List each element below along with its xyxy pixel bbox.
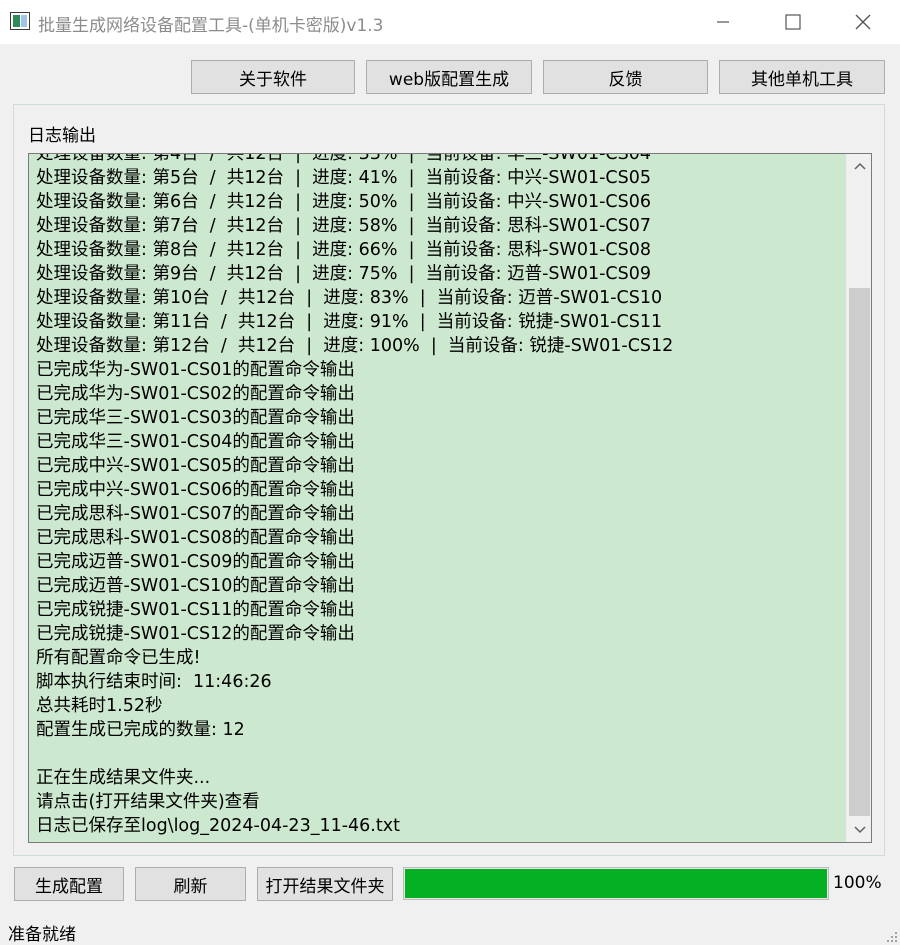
log-output-group: 日志输出 处理设备数量: 第4台 / 共12台 | 进度: 33% | 当前设备… [13, 104, 885, 856]
maximize-button[interactable] [758, 0, 828, 44]
open-result-folder-button[interactable]: 打开结果文件夹 [257, 867, 393, 901]
log-line: 处理设备数量: 第8台 / 共12台 | 进度: 66% | 当前设备: 思科-… [36, 240, 652, 260]
scroll-thumb[interactable] [849, 288, 870, 816]
chevron-up-icon [853, 162, 866, 170]
status-text: 准备就绪 [8, 925, 76, 945]
log-line: 已完成中兴-SW01-CS06的配置命令输出 [36, 480, 355, 500]
log-line: 正在生成结果文件夹... [36, 768, 211, 788]
log-line: 已完成中兴-SW01-CS05的配置命令输出 [36, 456, 355, 476]
app-icon [10, 12, 30, 30]
progress-bar [403, 867, 829, 900]
log-line: 已完成思科-SW01-CS08的配置命令输出 [36, 528, 355, 548]
log-line: 请点击(打开结果文件夹)查看 [36, 792, 260, 812]
log-line: 处理设备数量: 第10台 / 共12台 | 进度: 83% | 当前设备: 迈普… [36, 288, 663, 308]
log-line: 已完成思科-SW01-CS07的配置命令输出 [36, 504, 355, 524]
log-line: 已完成华三-SW01-CS03的配置命令输出 [36, 408, 355, 428]
window-title: 批量生成网络设备配置工具-(单机卡密版)v1.3 [38, 16, 384, 36]
log-text-area[interactable]: 处理设备数量: 第4台 / 共12台 | 进度: 33% | 当前设备: 华三-… [28, 153, 872, 843]
log-line: 脚本执行结束时间: 11:46:26 [36, 672, 272, 692]
scroll-up-button[interactable] [847, 154, 871, 178]
log-output-title: 日志输出 [28, 126, 96, 146]
maximize-icon [785, 14, 801, 30]
feedback-button[interactable]: 反馈 [543, 60, 708, 94]
log-content: 处理设备数量: 第4台 / 共12台 | 进度: 33% | 当前设备: 华三-… [36, 153, 836, 838]
log-line: 已完成华三-SW01-CS04的配置命令输出 [36, 432, 355, 452]
about-software-button[interactable]: 关于软件 [191, 60, 355, 94]
log-line: 处理设备数量: 第12台 / 共12台 | 进度: 100% | 当前设备: 锐… [36, 336, 674, 356]
minimize-icon [717, 21, 729, 23]
scroll-down-button[interactable] [847, 818, 871, 842]
close-button[interactable] [828, 0, 898, 44]
close-icon [855, 14, 871, 30]
minimize-button[interactable] [688, 0, 758, 44]
generate-config-button[interactable]: 生成配置 [14, 867, 124, 901]
log-line: 已完成迈普-SW01-CS09的配置命令输出 [36, 552, 355, 572]
log-line: 已完成华为-SW01-CS02的配置命令输出 [36, 384, 355, 404]
chevron-down-icon [853, 826, 866, 834]
log-line: 已完成华为-SW01-CS01的配置命令输出 [36, 360, 355, 380]
log-line: 处理设备数量: 第5台 / 共12台 | 进度: 41% | 当前设备: 中兴-… [36, 168, 652, 188]
log-line: 处理设备数量: 第9台 / 共12台 | 进度: 75% | 当前设备: 迈普-… [36, 264, 652, 284]
log-line: 处理设备数量: 第6台 / 共12台 | 进度: 50% | 当前设备: 中兴-… [36, 192, 652, 212]
other-tools-button[interactable]: 其他单机工具 [719, 60, 885, 94]
log-line: 已完成锐捷-SW01-CS12的配置命令输出 [36, 624, 355, 644]
log-line: 配置生成已完成的数量: 12 [36, 720, 245, 740]
progress-fill [405, 869, 827, 898]
log-line: 处理设备数量: 第11台 / 共12台 | 进度: 91% | 当前设备: 锐捷… [36, 312, 663, 332]
log-line: 所有配置命令已生成! [36, 648, 201, 668]
progress-percent: 100% [833, 873, 882, 893]
log-line: 总共耗时1.52秒 [36, 696, 163, 716]
web-config-button[interactable]: web版配置生成 [366, 60, 532, 94]
refresh-button[interactable]: 刷新 [135, 867, 246, 901]
log-line: 已完成迈普-SW01-CS10的配置命令输出 [36, 576, 355, 596]
log-line: 处理设备数量: 第7台 / 共12台 | 进度: 58% | 当前设备: 思科-… [36, 216, 652, 236]
log-line: 处理设备数量: 第4台 / 共12台 | 进度: 33% | 当前设备: 华三-… [36, 153, 652, 164]
size-grip-icon[interactable] [886, 931, 898, 943]
log-line: 已完成锐捷-SW01-CS11的配置命令输出 [36, 600, 355, 620]
title-bar: 批量生成网络设备配置工具-(单机卡密版)v1.3 [0, 0, 900, 44]
log-line: 日志已保存至log\log_2024-04-23_11-46.txt [36, 816, 400, 836]
log-scrollbar[interactable] [846, 154, 871, 842]
